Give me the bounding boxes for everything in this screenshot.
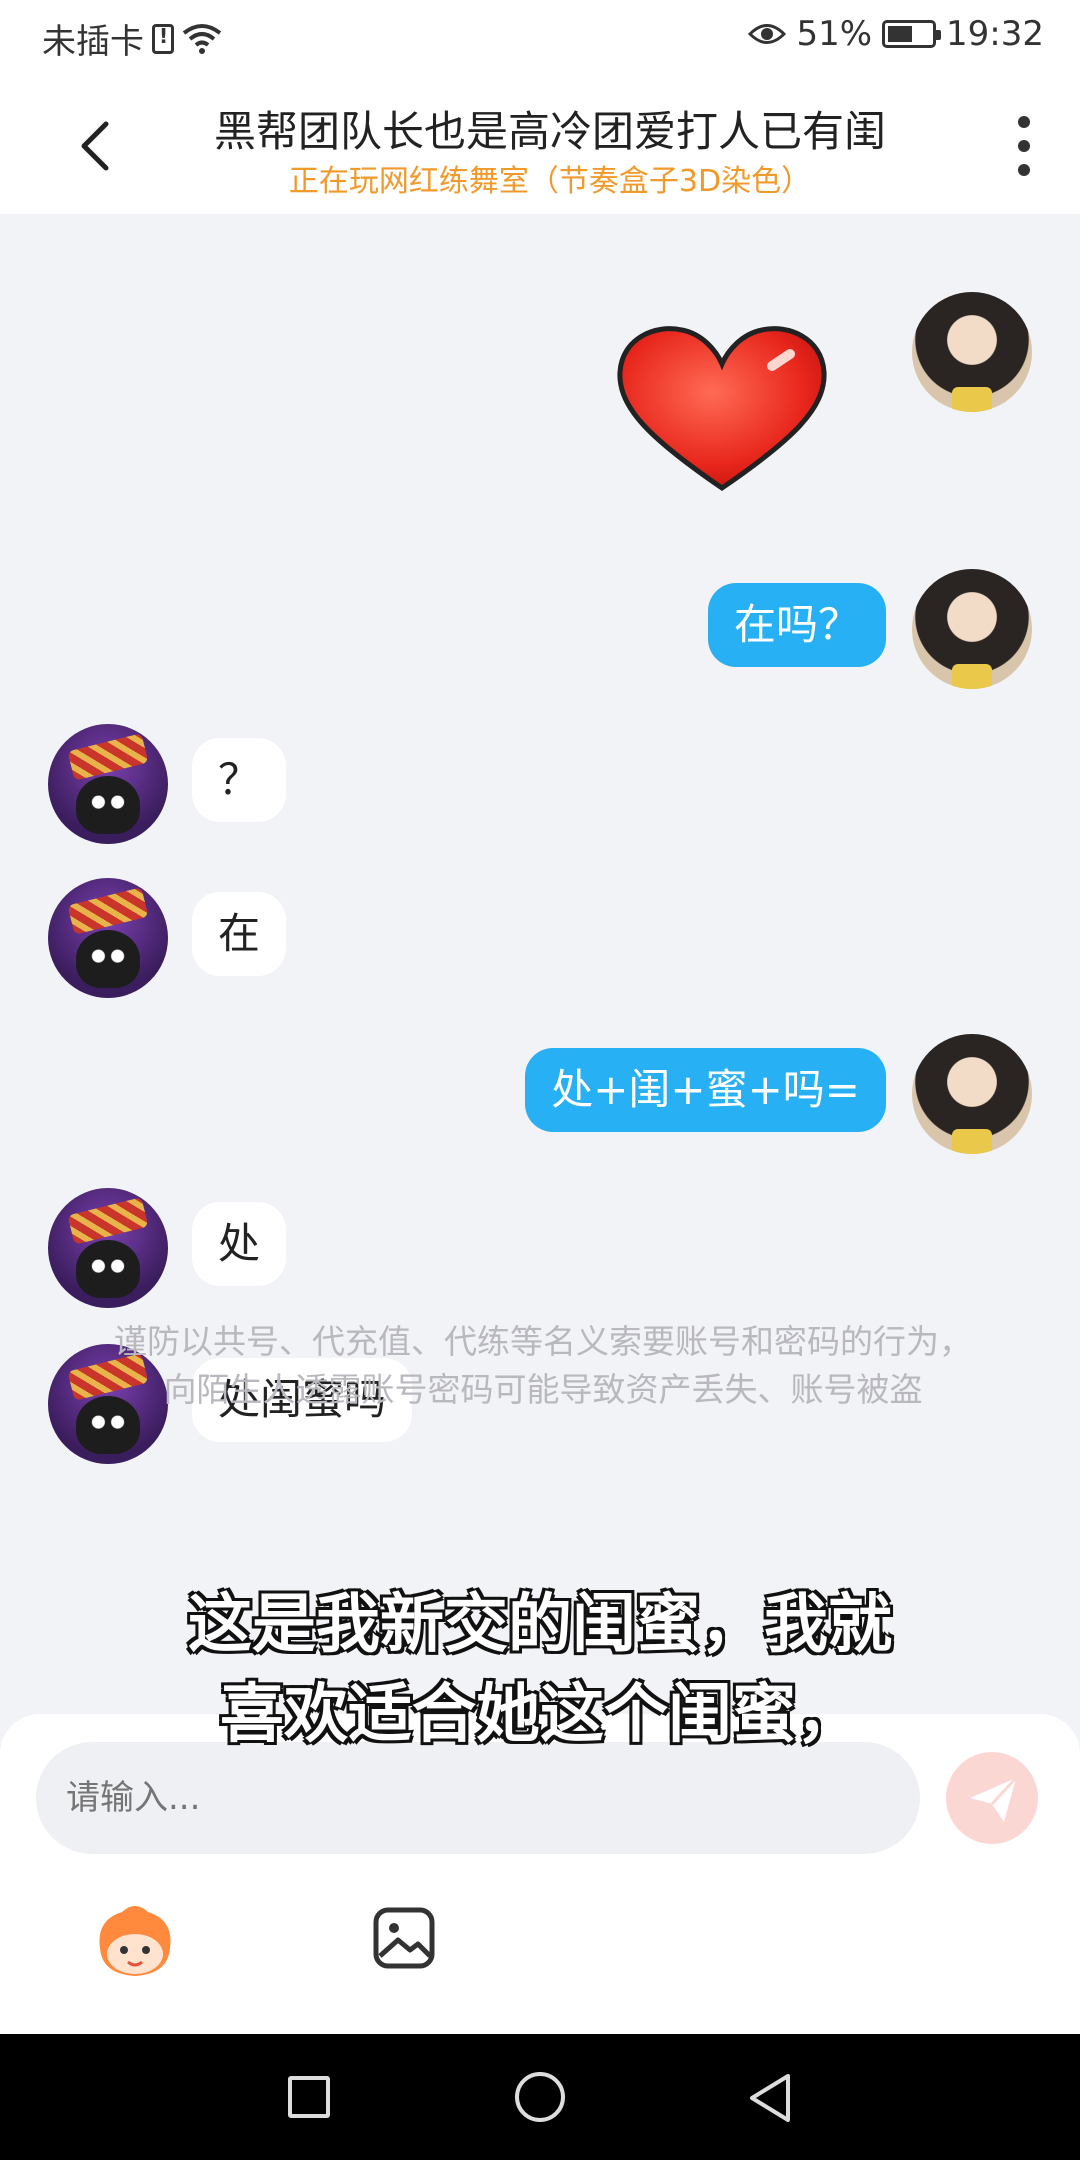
mascot-emoji-icon xyxy=(99,1906,171,1976)
more-dot-icon xyxy=(1018,164,1030,176)
image-button[interactable] xyxy=(372,1906,436,1970)
friend-message-bubble[interactable]: 处 xyxy=(192,1202,287,1286)
message-row xyxy=(0,214,1080,514)
my-avatar[interactable] xyxy=(912,292,1032,412)
battery-percent: 51% xyxy=(796,14,873,54)
system-back-button[interactable] xyxy=(746,2072,794,2124)
back-button[interactable] xyxy=(70,116,126,176)
home-button[interactable] xyxy=(515,2072,565,2122)
eye-comfort-icon xyxy=(748,21,787,47)
friend-avatar[interactable] xyxy=(48,1188,168,1308)
message-row: 在吗？ xyxy=(0,569,1080,699)
input-area xyxy=(0,1714,1080,2034)
more-dot-icon xyxy=(1018,140,1030,152)
security-notice: 谨防以共号、代充值、代练等名义索要账号和密码的行为，向陌生人透露账号密码可能导致… xyxy=(114,1322,972,1409)
carrier-label: 未插卡 xyxy=(42,22,144,62)
send-button[interactable] xyxy=(946,1752,1038,1844)
chat-status-subtitle: 正在玩网红练舞室（节奏盒子3D染色） xyxy=(288,164,812,199)
clock: 19:32 xyxy=(946,14,1044,54)
more-options-button[interactable] xyxy=(1016,116,1032,176)
heart-sticker[interactable] xyxy=(612,320,832,500)
sim-alert-icon xyxy=(152,23,174,54)
chat-header: 黑帮团队长也是高冷团爱打人已有闺 正在玩网红练舞室（节奏盒子3D染色） xyxy=(0,76,1080,214)
emoji-button[interactable] xyxy=(92,1900,178,1980)
message-row: 处 xyxy=(0,1188,1080,1318)
chevron-left-icon xyxy=(81,121,109,171)
my-message-bubble[interactable]: 处+闺+蜜+吗= xyxy=(525,1048,886,1132)
send-icon xyxy=(970,1776,1018,1822)
battery-icon xyxy=(882,20,942,48)
message-row: 处+闺+蜜+吗= xyxy=(0,1034,1080,1164)
wifi-icon xyxy=(182,23,222,55)
my-avatar[interactable] xyxy=(912,1034,1032,1154)
friend-message-bubble[interactable]: 在 xyxy=(192,892,287,976)
heart-icon xyxy=(617,326,827,492)
message-row: 在 xyxy=(0,878,1080,1008)
my-avatar[interactable] xyxy=(912,569,1032,689)
video-caption: 这是我新交的闺蜜，我就喜欢适合她这个闺蜜， xyxy=(187,1587,894,1754)
my-message-bubble[interactable]: 在吗？ xyxy=(707,583,886,667)
image-icon xyxy=(373,1907,435,1969)
friend-avatar[interactable] xyxy=(48,878,168,998)
friend-avatar[interactable] xyxy=(48,724,168,844)
system-nav-bar xyxy=(0,2034,1080,2160)
chat-messages[interactable]: 在吗？ ？ 在 处+闺+蜜+吗= 处 处闺蜜吗 xyxy=(0,214,1080,1714)
status-bar: 未插卡 51% 19:32 xyxy=(0,0,1080,76)
more-dot-icon xyxy=(1018,116,1030,128)
status-left: 未插卡 xyxy=(42,14,222,63)
triangle-back-icon xyxy=(750,2074,790,2122)
message-row: ？ xyxy=(0,724,1080,854)
status-right: 51% 19:32 xyxy=(748,14,1044,54)
recent-apps-button[interactable] xyxy=(288,2076,330,2118)
chat-title: 黑帮团队长也是高冷团爱打人已有闺 xyxy=(213,107,886,156)
friend-message-bubble[interactable]: ？ xyxy=(192,738,287,822)
